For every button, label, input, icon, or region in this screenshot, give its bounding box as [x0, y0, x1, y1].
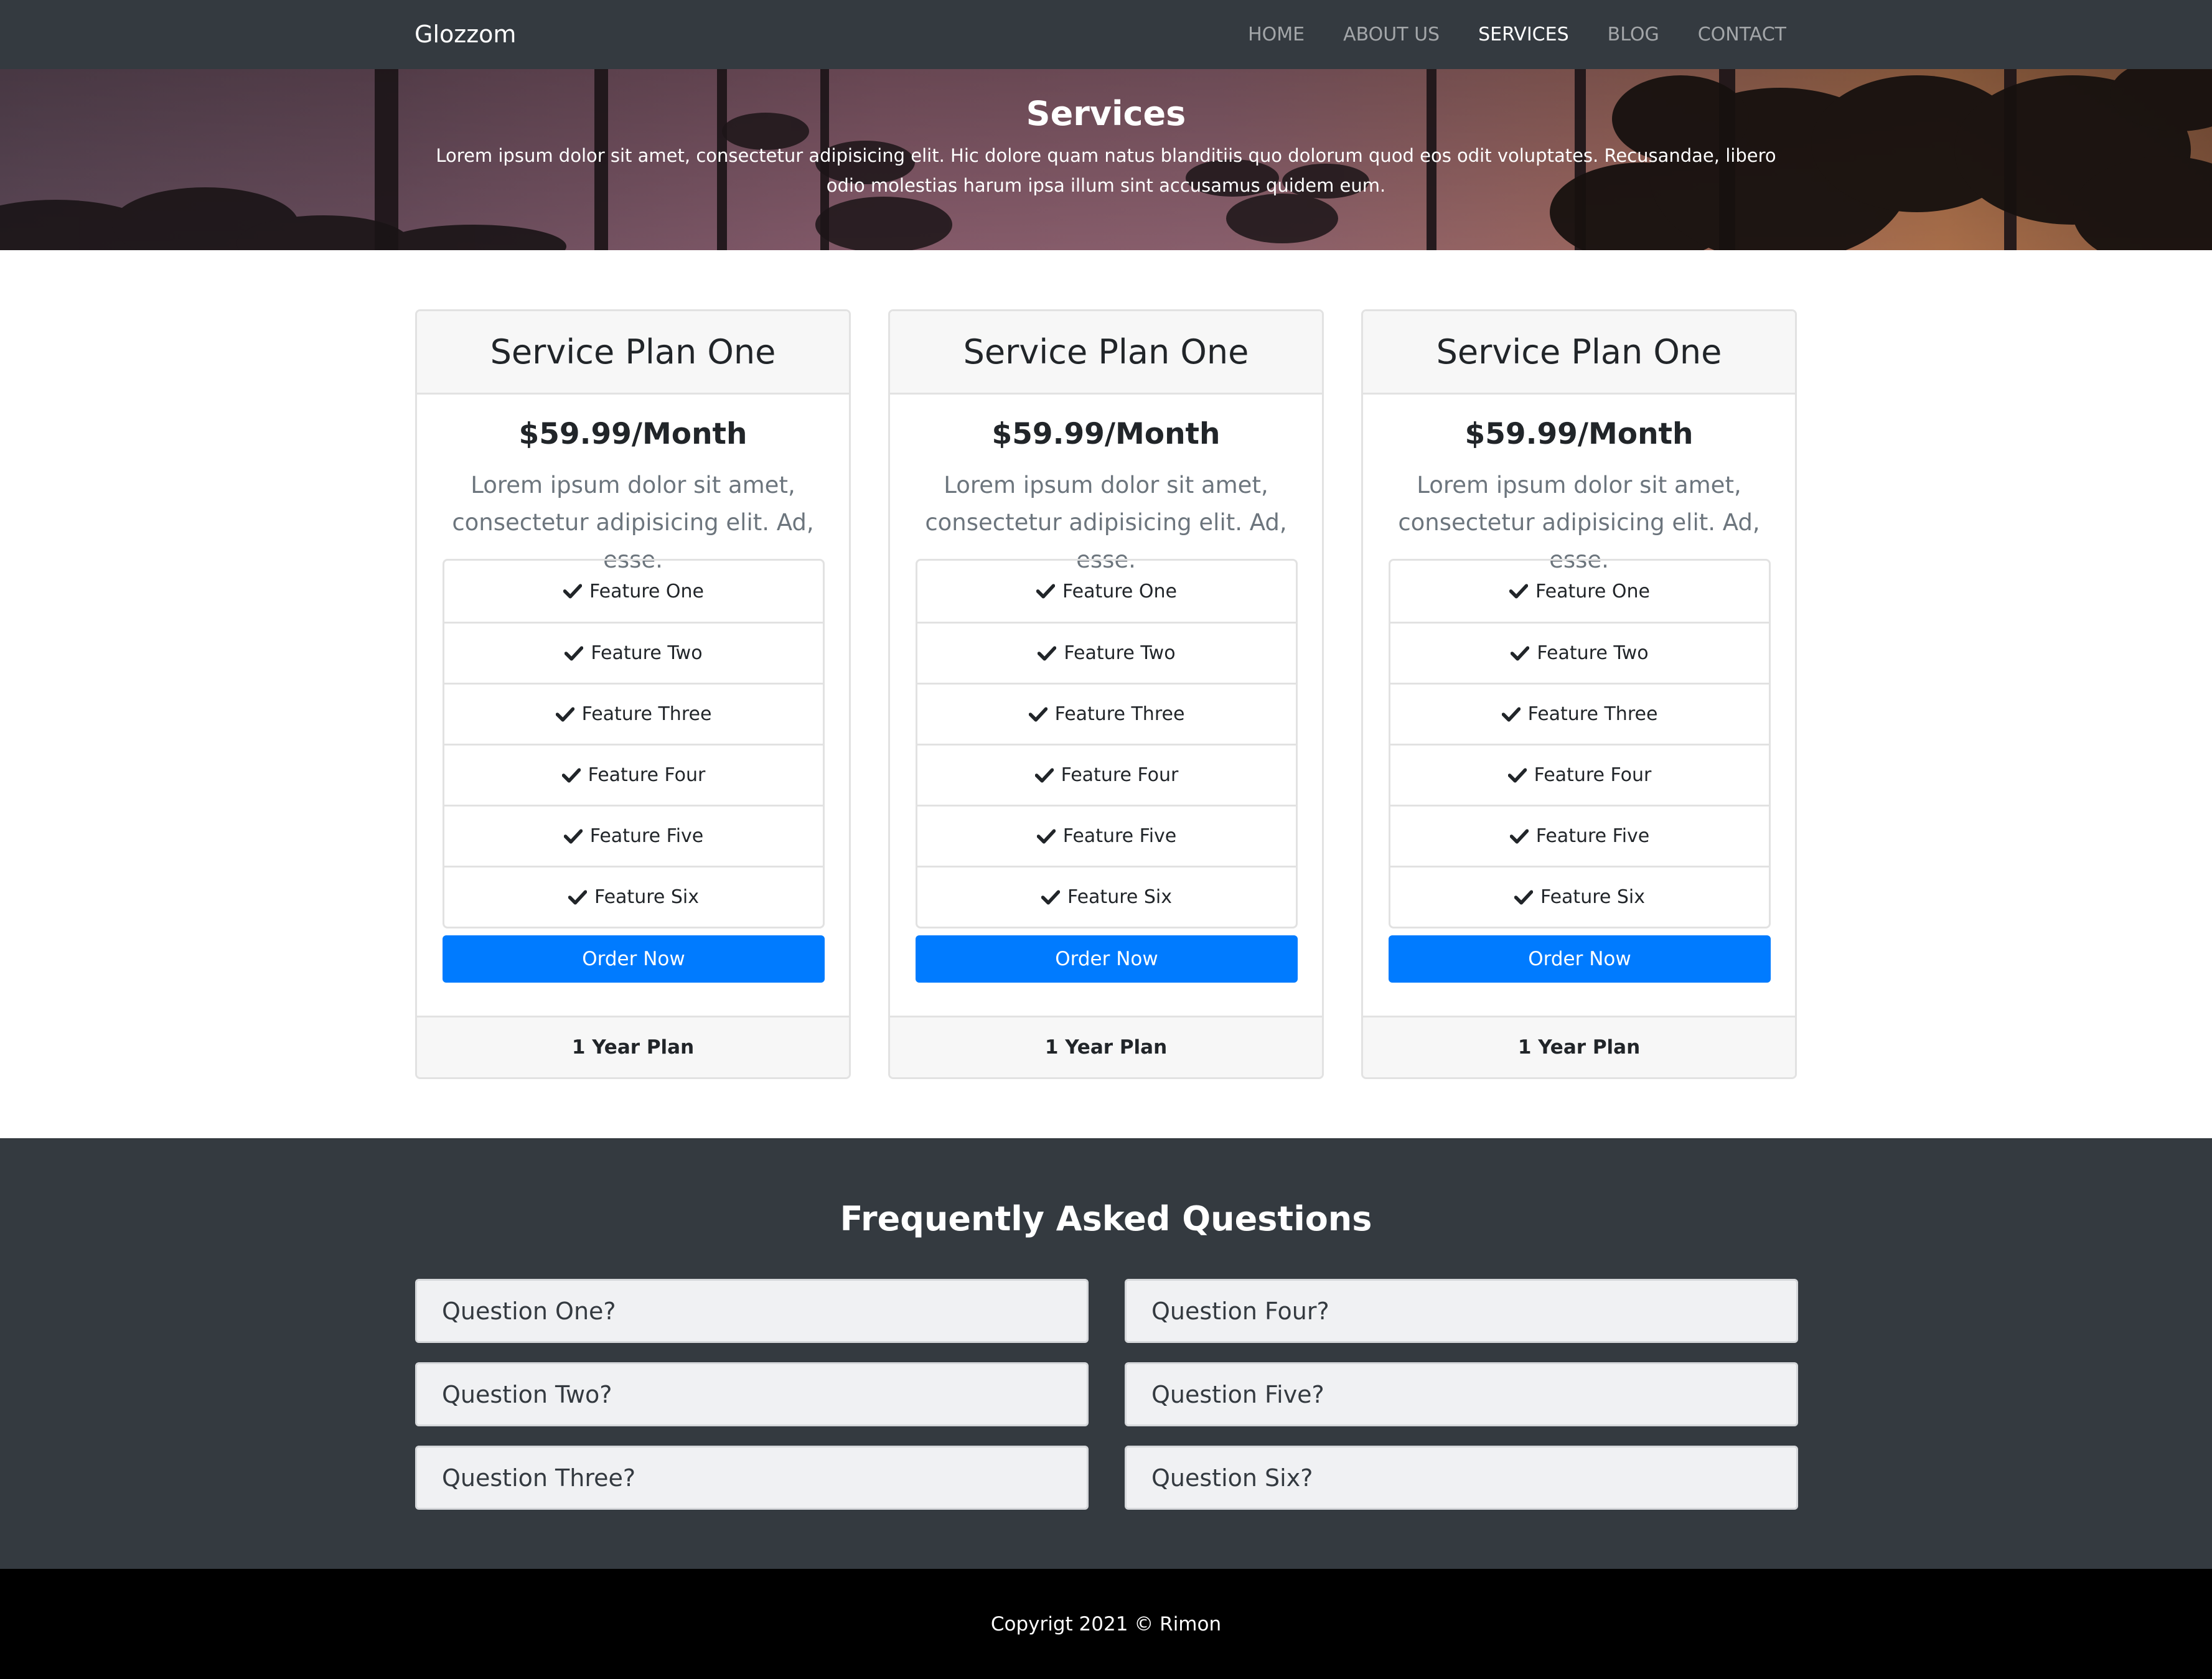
check-icon [1028, 706, 1047, 722]
check-icon [1036, 584, 1055, 599]
check-icon [565, 645, 584, 661]
plan-name: Service Plan One [417, 311, 849, 395]
nav-link-about-us[interactable]: ABOUT US [1343, 0, 1440, 69]
feature-item: Feature One [444, 561, 823, 622]
feature-item: Feature Five [1390, 805, 1769, 866]
pricing-card: Service Plan One $59.99/Month Lorem ipsu… [415, 309, 851, 1079]
check-icon [1514, 889, 1533, 905]
plan-price: $59.99/Month [518, 417, 747, 451]
feature-item: Feature Two [1390, 622, 1769, 683]
pricing-card: Service Plan One $59.99/Month Lorem ipsu… [1361, 309, 1797, 1079]
feature-item: Feature Four [444, 744, 823, 805]
hero-text: Lorem ipsum dolor sit amet, consectetur … [436, 145, 1776, 196]
faq-question-six[interactable]: Question Six? [1125, 1446, 1798, 1510]
feature-list: Feature One Feature Two Feature Three Fe… [916, 559, 1298, 928]
nav-links: HOME ABOUT US SERVICES BLOG CONTACT [1209, 0, 1786, 69]
check-icon [1509, 584, 1528, 599]
feature-label: Feature One [1535, 580, 1650, 602]
feature-label: Feature Six [1540, 886, 1646, 908]
feature-label: Feature Six [1067, 886, 1173, 908]
feature-item: Feature Six [1390, 866, 1769, 927]
nav-link-services[interactable]: SERVICES [1478, 0, 1569, 69]
plan-footer: 1 Year Plan [1363, 1016, 1795, 1077]
feature-item: Feature Five [917, 805, 1296, 866]
feature-label: Feature Four [1534, 764, 1652, 786]
feature-label: Feature Four [1061, 764, 1179, 786]
plan-footer: 1 Year Plan [890, 1016, 1322, 1077]
feature-list: Feature One Feature Two Feature Three Fe… [1389, 559, 1771, 928]
feature-item: Feature Six [444, 866, 823, 927]
check-icon [555, 706, 574, 722]
feature-item: Feature Five [444, 805, 823, 866]
check-icon [1509, 828, 1529, 844]
faq-title: Frequently Asked Questions [840, 1199, 1372, 1238]
feature-label: Feature Three [1527, 703, 1658, 725]
check-icon [1038, 645, 1057, 661]
faq-question-one[interactable]: Question One? [415, 1279, 1089, 1343]
feature-item: Feature Three [1390, 683, 1769, 744]
feature-item: Feature Two [917, 622, 1296, 683]
feature-label: Feature Three [581, 703, 712, 725]
order-now-button[interactable]: Order Now [1389, 935, 1771, 983]
feature-label: Feature Two [1537, 642, 1649, 664]
feature-label: Feature One [589, 580, 704, 602]
feature-label: Feature Two [591, 642, 703, 664]
faq-question-three[interactable]: Question Three? [415, 1446, 1089, 1510]
feature-label: Feature Four [588, 764, 706, 786]
order-now-button[interactable]: Order Now [916, 935, 1298, 983]
faq-question-four[interactable]: Question Four? [1125, 1279, 1798, 1343]
page: Glozzom HOME ABOUT US SERVICES BLOG CONT… [0, 0, 2212, 1679]
check-icon [1501, 706, 1521, 722]
faq-question-two[interactable]: Question Two? [415, 1362, 1089, 1426]
pricing-card: Service Plan One $59.99/Month Lorem ipsu… [888, 309, 1324, 1079]
feature-item: Feature One [1390, 561, 1769, 622]
feature-item: Feature One [917, 561, 1296, 622]
page-footer: Copyrigt 2021 © Rimon [0, 1569, 2212, 1679]
feature-label: Feature Five [1062, 825, 1177, 847]
feature-label: Feature Five [1535, 825, 1650, 847]
check-icon [563, 828, 583, 844]
nav-link-contact[interactable]: CONTACT [1698, 0, 1786, 69]
plan-name: Service Plan One [1363, 311, 1795, 395]
plan-price: $59.99/Month [991, 417, 1221, 451]
check-icon [1507, 767, 1527, 783]
feature-label: Feature Five [589, 825, 704, 847]
faq-section: Frequently Asked Questions Question One?… [0, 1138, 2212, 1569]
plan-name: Service Plan One [890, 311, 1322, 395]
feature-label: Feature Three [1054, 703, 1185, 725]
check-icon [1036, 828, 1056, 844]
feature-item: Feature Two [444, 622, 823, 683]
nav-link-blog[interactable]: BLOG [1608, 0, 1659, 69]
check-icon [563, 584, 582, 599]
hero-banner: Services Lorem ipsum dolor sit amet, con… [0, 69, 2212, 250]
faq-question-five[interactable]: Question Five? [1125, 1362, 1798, 1426]
feature-list: Feature One Feature Two Feature Three Fe… [443, 559, 825, 928]
plan-price: $59.99/Month [1465, 417, 1694, 451]
feature-item: Feature Three [917, 683, 1296, 744]
feature-item: Feature Four [917, 744, 1296, 805]
navbar: Glozzom HOME ABOUT US SERVICES BLOG CONT… [0, 0, 2212, 69]
check-icon [1511, 645, 1530, 661]
order-now-button[interactable]: Order Now [443, 935, 825, 983]
nav-link-home[interactable]: HOME [1248, 0, 1305, 69]
hero-title: Services [1026, 94, 1186, 133]
check-icon [561, 767, 581, 783]
feature-item: Feature Three [444, 683, 823, 744]
feature-item: Feature Six [917, 866, 1296, 927]
feature-label: Feature Two [1064, 642, 1176, 664]
feature-label: Feature Six [594, 886, 700, 908]
check-icon [568, 889, 587, 905]
feature-item: Feature Four [1390, 744, 1769, 805]
check-icon [1041, 889, 1060, 905]
check-icon [1034, 767, 1054, 783]
brand-logo[interactable]: Glozzom [415, 0, 516, 69]
pricing-cards: Service Plan One $59.99/Month Lorem ipsu… [415, 309, 1797, 1079]
feature-label: Feature One [1062, 580, 1177, 602]
plan-footer: 1 Year Plan [417, 1016, 849, 1077]
copyright-text: Copyrigt 2021 © Rimon [990, 1612, 1222, 1635]
